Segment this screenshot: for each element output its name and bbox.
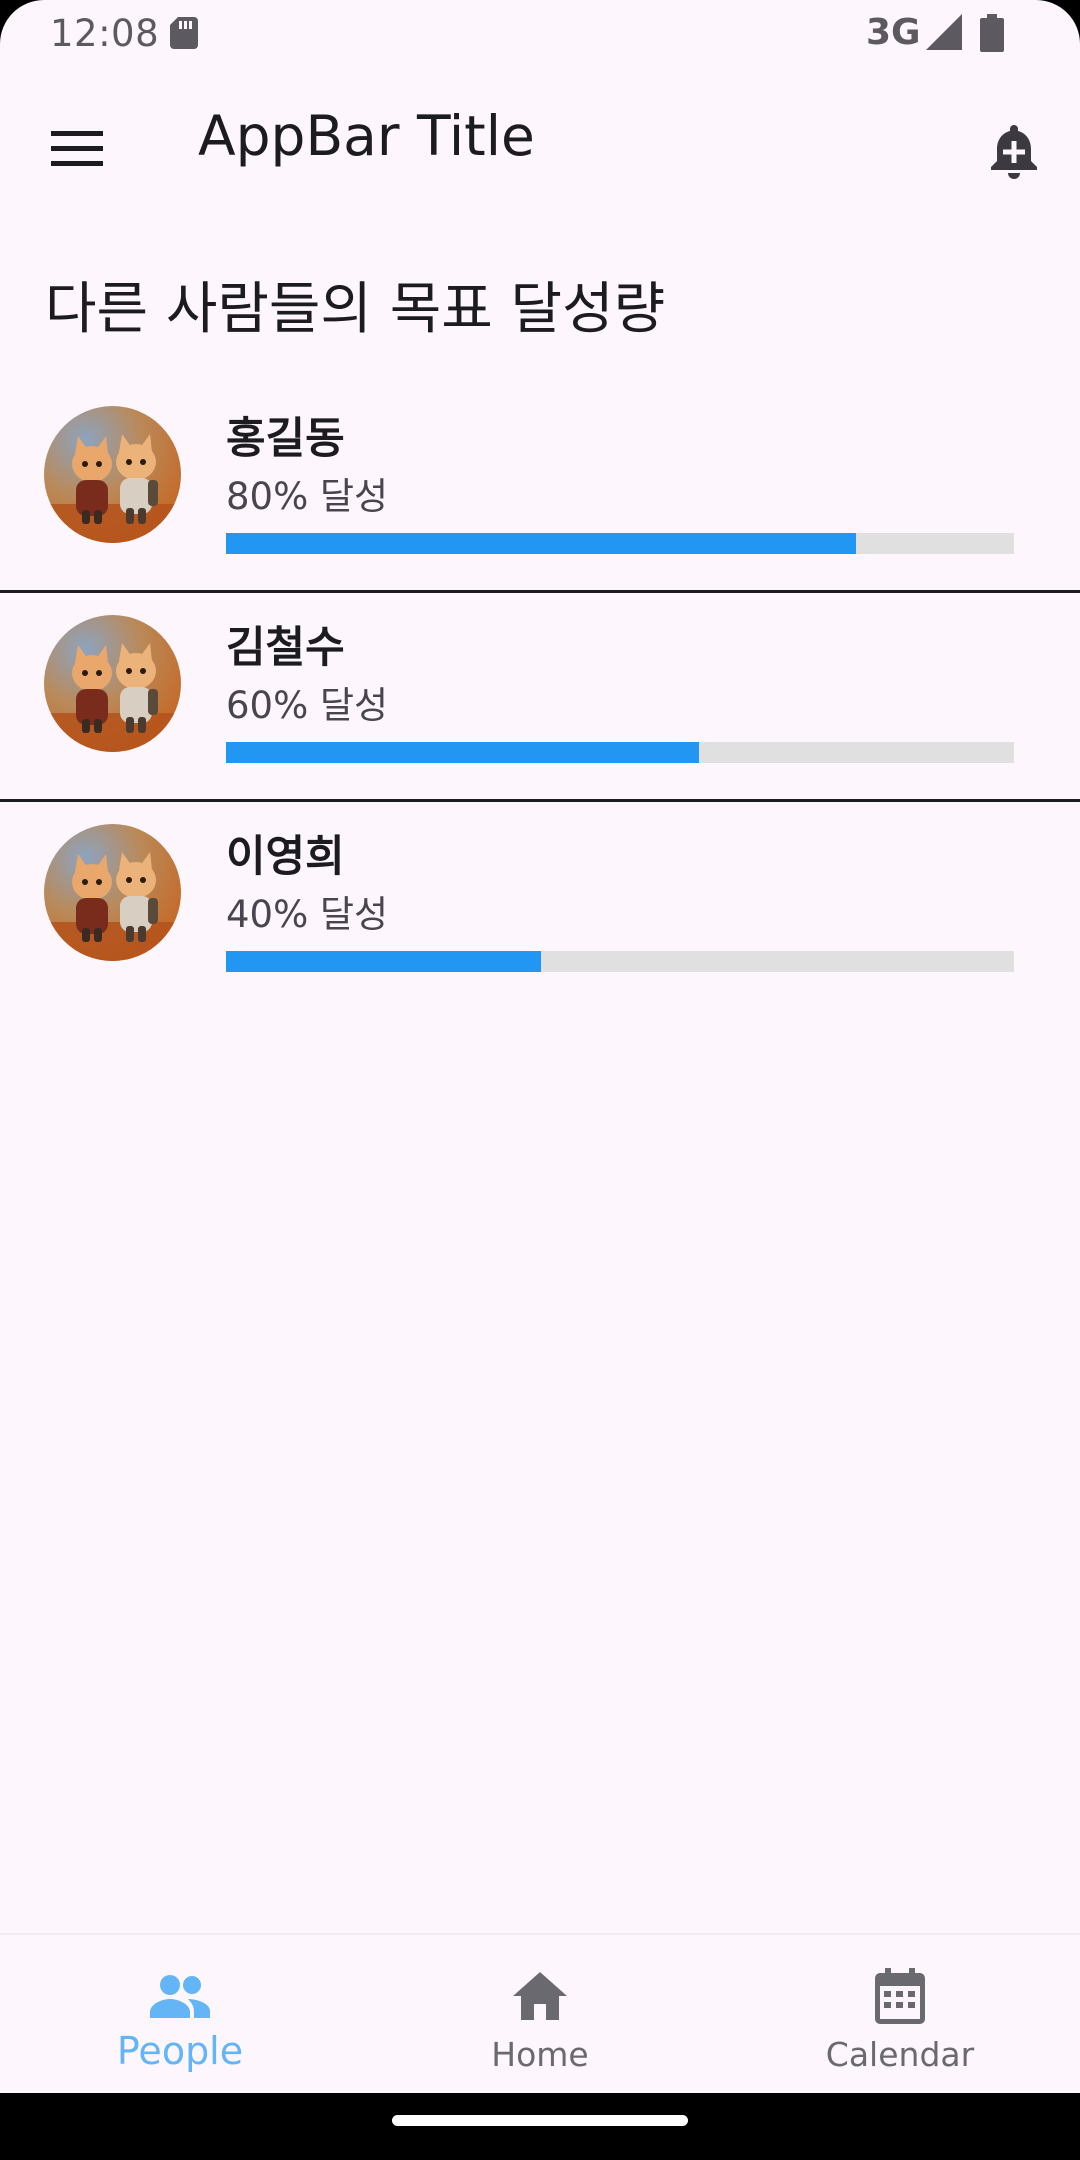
progress-fill — [226, 742, 699, 763]
add-notification-button[interactable] — [974, 110, 1054, 190]
progress-text: 80% 달성 — [226, 475, 389, 518]
progress-fill — [226, 951, 542, 972]
calendar-icon — [867, 1963, 933, 2029]
network-type: 3G — [866, 12, 921, 53]
app-bar: AppBar Title — [0, 66, 1080, 216]
list-item[interactable]: 김철수 60% 달성 — [0, 593, 1080, 802]
progress-text: 60% 달성 — [226, 684, 389, 727]
notification-add-icon — [991, 125, 1037, 179]
person-name: 홍길동 — [226, 414, 345, 464]
menu-button[interactable] — [38, 110, 116, 188]
person-name: 이영희 — [226, 832, 345, 882]
list-item[interactable]: 홍길동 80% 달성 — [0, 384, 1080, 593]
progress-fill — [226, 533, 857, 554]
progress-bar — [226, 742, 1014, 763]
menu-icon — [51, 131, 103, 166]
page-heading: 다른 사람들의 목표 달성량 — [45, 277, 666, 342]
signal-icon — [926, 14, 962, 50]
system-gesture-bar — [0, 2093, 1080, 2160]
status-bar: 12:08 3G — [0, 0, 1080, 66]
list-item[interactable]: 이영희 40% 달성 — [0, 802, 1080, 1011]
progress-bar — [226, 951, 1014, 972]
avatar — [44, 406, 181, 543]
home-gesture-handle[interactable] — [392, 2115, 688, 2126]
sd-card-icon — [170, 17, 198, 49]
avatar — [44, 615, 181, 752]
nav-label: Home — [491, 2035, 589, 2074]
people-list: 홍길동 80% 달성 김철수 60% 달성 이영희 40% 달성 — [0, 384, 1080, 1011]
nav-item-home[interactable]: Home — [360, 1935, 720, 2095]
nav-item-people[interactable]: People — [0, 1935, 360, 2095]
app-bar-title: AppBar Title — [198, 104, 535, 168]
phone-screen: 12:08 3G AppBar Title 다른 사람들의 목표 달성량 홍길동… — [0, 0, 1080, 2160]
nav-label: Calendar — [825, 2035, 975, 2074]
avatar — [44, 824, 181, 961]
progress-bar — [226, 533, 1014, 554]
nav-item-calendar[interactable]: Calendar — [720, 1935, 1080, 2095]
home-icon — [507, 1963, 573, 2029]
status-time: 12:08 — [50, 12, 160, 55]
person-name: 김철수 — [226, 623, 345, 673]
progress-text: 40% 달성 — [226, 893, 389, 936]
nav-label: People — [116, 2029, 244, 2073]
bottom-navigation: People Home Calendar — [0, 1933, 1080, 2093]
battery-icon — [980, 14, 1004, 52]
people-icon — [147, 1963, 213, 2029]
